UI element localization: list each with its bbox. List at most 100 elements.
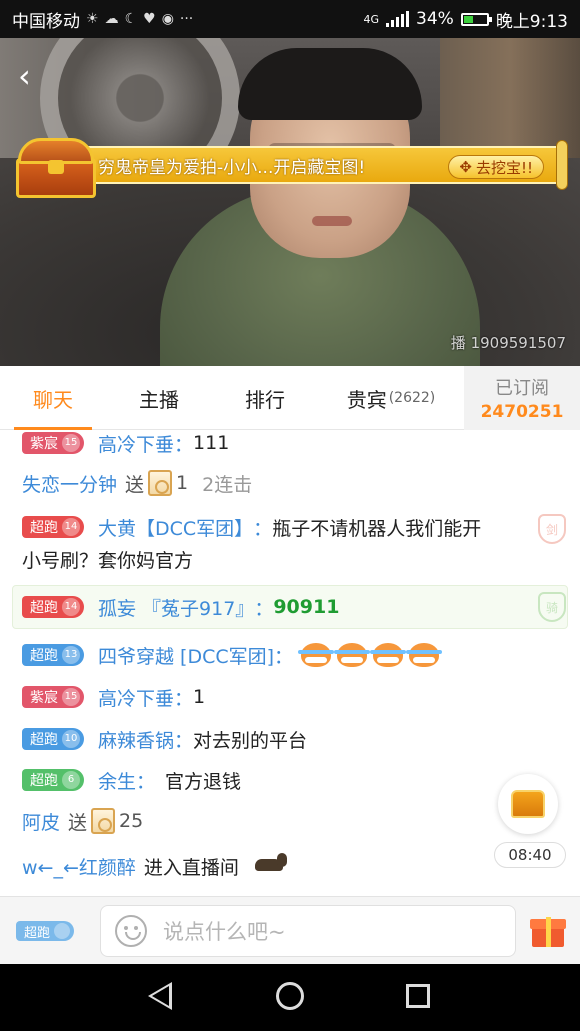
compass-icon: ✥ [459, 158, 472, 176]
my-badge-label: 超跑 [24, 925, 51, 941]
badge-level: 14 [62, 598, 80, 616]
badge-level: 15 [62, 688, 80, 706]
badge-label: 紫宸 [30, 690, 58, 706]
chat-text: 1 [193, 686, 206, 708]
nav-back-icon[interactable] [148, 982, 172, 1010]
nav-home-icon[interactable] [276, 982, 304, 1010]
badge-level: 14 [62, 518, 80, 536]
streamer-hair [238, 48, 422, 120]
badge-level: 10 [62, 730, 80, 748]
nav-recent-apps-icon[interactable] [406, 984, 430, 1008]
badge-label: 超跑 [30, 648, 58, 664]
tab-ranking[interactable]: 排行 [212, 366, 318, 430]
emoji-icon[interactable] [115, 915, 147, 947]
chat-text: 小号刷？套你妈官方 [22, 549, 194, 572]
moon-icon: ☾ [124, 11, 138, 27]
battery-icon [460, 12, 492, 26]
banner-for: 为 [166, 157, 183, 178]
chat-username[interactable]: 高冷下垂 [98, 684, 174, 711]
chat-list[interactable]: 紫宸 15 高冷下垂 ： 111 失恋一分钟 送 1 2连击 超跑 14 大黄【DC… [0, 430, 580, 896]
tab-ranking-label: 排行 [245, 387, 285, 412]
chat-username[interactable]: 余生 [98, 767, 136, 794]
back-arrow-icon[interactable]: ‹ [18, 56, 48, 96]
chat-username[interactable]: 失恋一分钟 [22, 470, 117, 497]
user-badge: 紫宸 15 [22, 686, 84, 708]
gift-button[interactable] [530, 913, 566, 949]
chat-message: 紫宸 15 高冷下垂 ： 1 [22, 682, 566, 712]
chat-text: 90911 [273, 596, 340, 618]
colon: ： [254, 597, 274, 620]
treasure-box-button[interactable] [498, 774, 558, 834]
gift-combo: 2连击 [202, 473, 253, 496]
medal-label: 骑 [545, 600, 558, 615]
badge-level: 13 [62, 646, 80, 664]
chat-username[interactable]: 大黄【DCC军团】 [98, 514, 253, 541]
cloud-icon: ☁ [104, 11, 119, 27]
my-badge-level [54, 923, 71, 939]
user-badge: 超跑 14 [22, 516, 84, 538]
subscribe-label: 已订阅 [495, 378, 549, 399]
treasure-chest-icon [8, 136, 104, 202]
chat-username[interactable]: 孤妄 『菟子917』 [98, 594, 254, 621]
my-badge[interactable]: 超跑 [16, 921, 75, 941]
badge-label: 超跑 [30, 520, 58, 536]
chat-message: 超跑 10 麻辣香锅 ： 对去别的平台 [22, 724, 566, 754]
colon: ： [136, 770, 156, 793]
colon: ： [174, 687, 194, 710]
colon: ： [274, 645, 294, 668]
gift-action: 送 [68, 811, 88, 834]
tab-chat[interactable]: 聊天 [0, 366, 106, 430]
live-video[interactable]: ‹ 播 1909591507 穷鬼帝皇 为 爱拍-小小... 开启藏宝图! ✥ … [0, 38, 580, 366]
sword-medal-icon: 剑 [538, 514, 566, 544]
user-badge: 紫宸 15 [22, 432, 84, 454]
gift-icon [91, 808, 116, 834]
subscribe-button[interactable]: 已订阅 2470251 [464, 366, 580, 430]
chat-message: 超跑 13 四爷穿越 [DCC军团] ： [22, 640, 566, 670]
badge-label: 紫宸 [30, 436, 58, 452]
banner-scroll-end [556, 140, 568, 190]
gift-count: 25 [119, 810, 144, 832]
banner-sender: 穷鬼帝皇 [98, 157, 166, 178]
banner-action: 开启藏宝图! [273, 157, 366, 178]
chat-gift-message: 失恋一分钟 送 1 2连击 [22, 468, 566, 498]
user-badge: 超跑 13 [22, 644, 84, 666]
chat-text: 对去别的平台 [193, 729, 308, 752]
tab-host[interactable]: 主播 [106, 366, 212, 430]
chat-enter-message: w←_←红颜醉 进入直播间 [22, 850, 566, 882]
tab-bar: 聊天 主播 排行 贵宾 (2622) 已订阅 2470251 [0, 366, 580, 430]
chat-username[interactable]: 四爷穿越 [DCC军团] [98, 642, 274, 669]
chat-username[interactable]: w←_←红颜醉 [22, 853, 136, 880]
input-bar: 超跑 说点什么吧~ [0, 896, 580, 964]
chat-input[interactable]: 说点什么吧~ [100, 905, 516, 957]
chat-text: 官方退钱 [165, 770, 242, 793]
user-badge: 超跑 14 [22, 596, 84, 618]
treasure-banner[interactable]: 穷鬼帝皇 为 爱拍-小小... 开启藏宝图! ✥ 去挖宝!! [8, 136, 568, 198]
user-badge: 超跑 10 [22, 728, 84, 750]
tab-vip-label: 贵宾 [346, 387, 387, 412]
chat-text: 进入直播间 [143, 856, 239, 879]
colon: ： [253, 517, 273, 540]
chat-username[interactable]: 高冷下垂 [98, 430, 174, 457]
medal-label: 剑 [545, 522, 558, 537]
dig-treasure-button[interactable]: ✥ 去挖宝!! [448, 155, 544, 179]
signal-icon [386, 11, 410, 27]
horse-mount-icon [249, 853, 291, 879]
chat-username[interactable]: 麻辣香锅 [98, 726, 174, 753]
badge-label: 超跑 [30, 773, 58, 789]
chat-text: 瓶子不请机器人我们能开 [272, 517, 482, 540]
gift-count: 1 [176, 472, 189, 494]
tab-vip-count: (2622) [388, 390, 436, 406]
subscriber-count: 2470251 [480, 402, 564, 422]
more-notifications-icon: ··· [179, 11, 194, 27]
badge-level: 6 [62, 771, 80, 789]
chat-message: 超跑 6 余生 ： 官方退钱 [22, 765, 566, 795]
tab-vip[interactable]: 贵宾 (2622) [318, 366, 464, 430]
treasure-box-icon [511, 790, 545, 818]
gift-action: 送 [125, 473, 145, 496]
chat-username[interactable]: 阿皮 [22, 808, 60, 835]
treasure-timer: 08:40 [494, 842, 566, 868]
knight-medal-icon: 骑 [538, 592, 566, 622]
live-stream-screen: 中国移动 ☀ ☁ ☾ ♥ ◉ ··· 4G 34% 晚上9:13 ‹ 播 190… [0, 0, 580, 1031]
badge-level: 15 [62, 434, 80, 452]
chat-message-highlight: 超跑 14 孤妄 『菟子917』 ： 90911 [22, 592, 566, 622]
